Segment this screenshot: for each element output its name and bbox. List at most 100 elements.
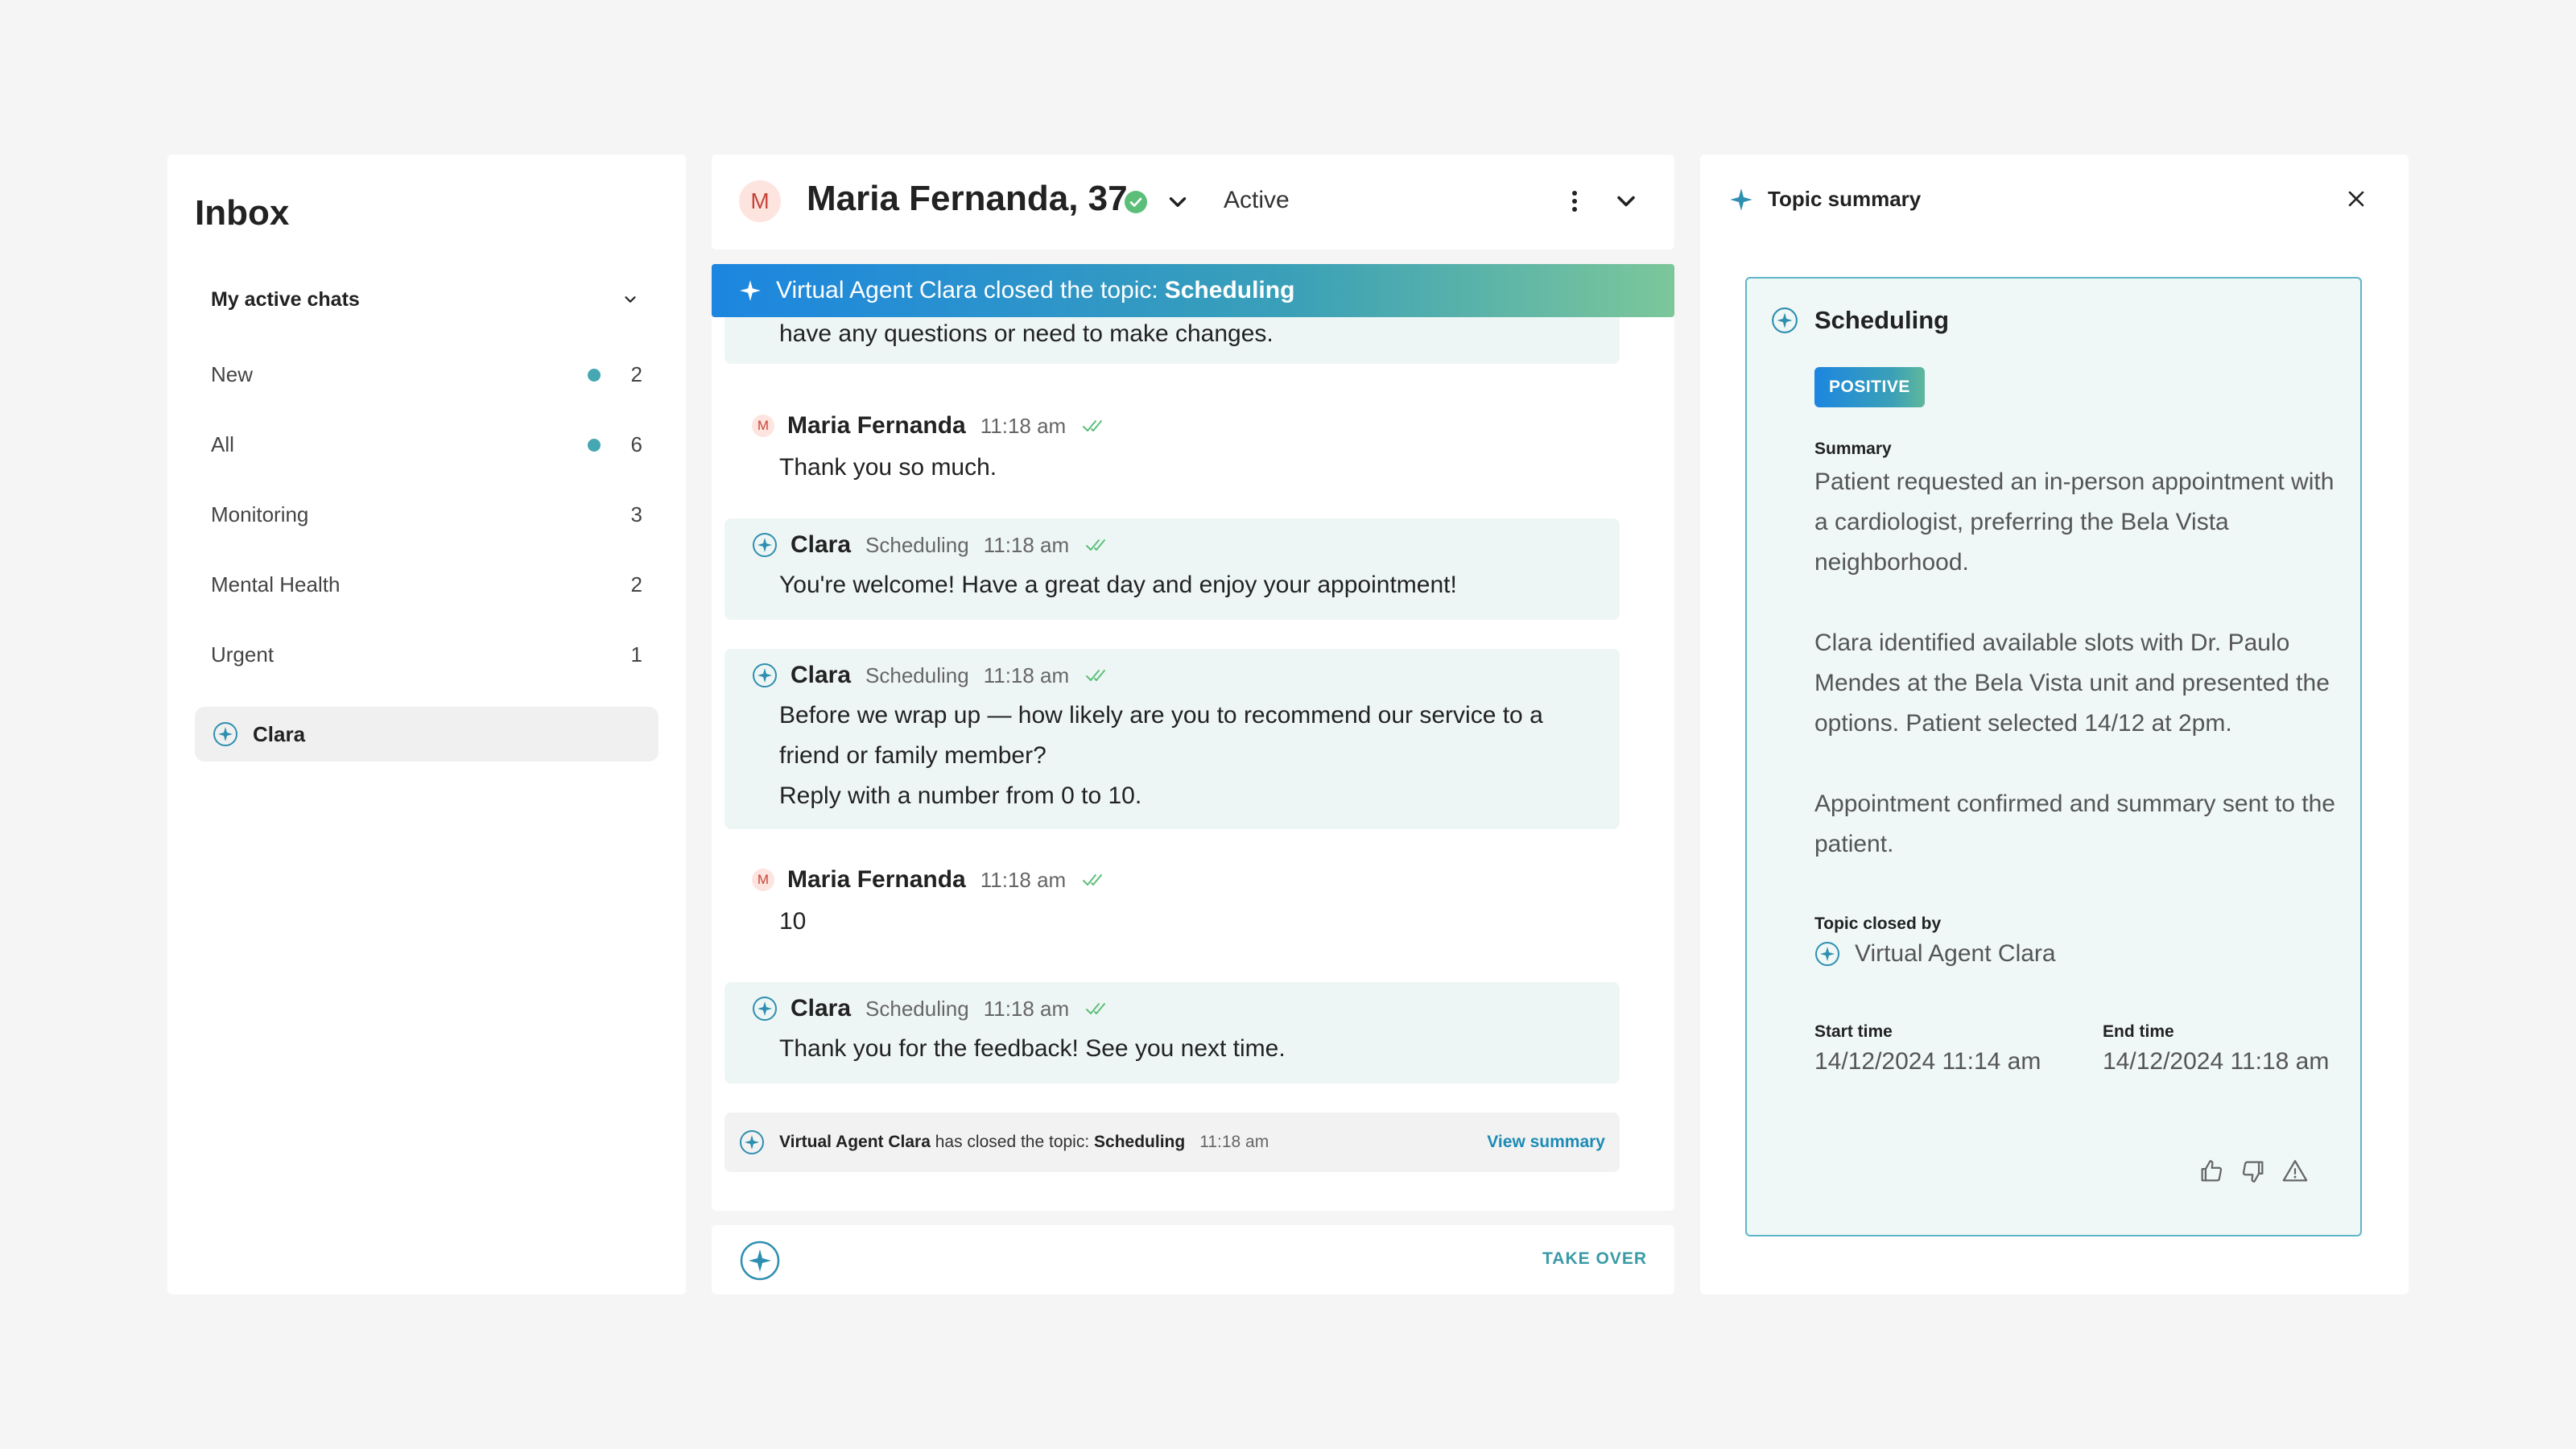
- chevron-down-icon: [618, 287, 642, 312]
- chat-message: have any questions or need to make chang…: [724, 317, 1620, 364]
- chat-message: M Maria Fernanda 11:18 am Thank you so m…: [724, 401, 1620, 497]
- inbox-item-new[interactable]: New 2: [195, 340, 658, 410]
- message-time: 11:18 am: [983, 663, 1070, 687]
- sender-name: Clara: [791, 531, 852, 558]
- message-text: You're welcome! Have a great day and enj…: [779, 572, 1457, 598]
- take-over-button[interactable]: TAKE OVER: [1542, 1249, 1647, 1269]
- thumbs-up-icon[interactable]: [2198, 1158, 2225, 1185]
- inbox-item-clara[interactable]: Clara: [195, 707, 658, 762]
- chevron-down-icon[interactable]: [1612, 187, 1641, 216]
- message-topic: Scheduling: [865, 663, 969, 687]
- double-check-icon: [1086, 539, 1106, 551]
- thumbs-down-icon[interactable]: [2240, 1158, 2267, 1185]
- unread-dot: [588, 438, 601, 452]
- message-time: 11:18 am: [980, 867, 1067, 892]
- chat-header: M Maria Fernanda, 37 Active: [712, 155, 1674, 250]
- close-icon[interactable]: [2344, 187, 2368, 211]
- chat-input-bar: TAKE OVER: [712, 1225, 1674, 1294]
- feedback-actions: [2198, 1158, 2309, 1185]
- sender-name: Clara: [791, 995, 852, 1022]
- message-time: 11:18 am: [980, 413, 1067, 438]
- sender-avatar: M: [752, 869, 774, 891]
- closed-note-topic: Scheduling: [1094, 1133, 1186, 1151]
- sparkle-icon: [740, 280, 761, 301]
- sparkle-icon: [740, 1130, 764, 1154]
- warning-icon[interactable]: [2281, 1158, 2309, 1185]
- topic-closed-banner: Virtual Agent Clara closed the topic: Sc…: [712, 264, 1674, 317]
- inbox-item-all[interactable]: All 6: [195, 410, 658, 480]
- inbox-panel: Inbox My active chats New 2 All 6 Monito…: [167, 155, 686, 1294]
- double-check-icon: [1083, 420, 1103, 431]
- inbox-item-mental-health[interactable]: Mental Health 2: [195, 550, 658, 620]
- summary-panel-title: Topic summary: [1768, 187, 1922, 211]
- verified-icon: [1125, 191, 1147, 213]
- chevron-down-icon[interactable]: [1164, 188, 1191, 216]
- inbox-item-label: All: [211, 432, 234, 456]
- inbox-item-label: New: [211, 362, 254, 386]
- chat-messages: have any questions or need to make chang…: [712, 317, 1674, 1211]
- message-line: Reply with a number from 0 to 10.: [779, 782, 1142, 809]
- closed-note-agent: Virtual Agent Clara: [779, 1133, 931, 1151]
- inbox-title: Inbox: [195, 193, 290, 233]
- closed-note-time: 11:18 am: [1199, 1133, 1269, 1151]
- topic-summary-panel: Topic summary Scheduling POSITIVE Summar…: [1700, 155, 2409, 1294]
- inbox-item-label: Urgent: [211, 642, 275, 667]
- inbox-item-label: Mental Health: [211, 572, 341, 597]
- chat-message: Clara Scheduling 11:18 am You're welcome…: [724, 518, 1620, 620]
- message-topic: Scheduling: [865, 532, 969, 557]
- sparkle-icon: [1730, 188, 1752, 211]
- sparkle-icon: [753, 533, 777, 557]
- summary-paragraph: Appointment confirmed and summary sent t…: [1814, 791, 2335, 857]
- chat-message: M Maria Fernanda 11:18 am 10: [724, 855, 1620, 952]
- inbox-item-count: 2: [630, 362, 642, 386]
- summary-card: Scheduling POSITIVE Summary Patient requ…: [1745, 277, 2362, 1236]
- summary-label: Summary: [1814, 440, 1892, 458]
- chat-message: Clara Scheduling 11:18 am Thank you for …: [724, 982, 1620, 1084]
- inbox-item-label: Monitoring: [211, 502, 309, 526]
- sparkle-icon: [1815, 942, 1839, 966]
- patient-avatar: M: [739, 180, 781, 222]
- more-vertical-icon[interactable]: [1560, 187, 1589, 216]
- double-check-icon: [1086, 670, 1106, 681]
- closed-note-text: Virtual Agent Clara has closed the topic…: [779, 1133, 1185, 1152]
- sender-avatar: M: [752, 415, 774, 437]
- message-line: friend or family member?: [779, 742, 1046, 769]
- start-time-value: 14/12/2024 11:14 am: [1814, 1048, 2041, 1075]
- inbox-item-count: 6: [630, 432, 642, 456]
- closed-by-value: Virtual Agent Clara: [1855, 940, 2056, 967]
- summary-paragraph: Clara identified available slots with Dr…: [1814, 630, 2330, 737]
- topic-closed-note: Virtual Agent Clara has closed the topic…: [724, 1113, 1620, 1172]
- unread-dot: [588, 368, 601, 382]
- message-text: Before we wrap up — how likely are you t…: [779, 696, 1543, 816]
- sparkle-icon[interactable]: [739, 1240, 781, 1282]
- sender-name: Maria Fernanda: [787, 412, 966, 439]
- inbox-item-monitoring[interactable]: Monitoring 3: [195, 480, 658, 550]
- end-time-label: End time: [2103, 1022, 2174, 1041]
- inbox-item-count: 3: [630, 502, 642, 526]
- sentiment-badge: POSITIVE: [1814, 367, 1925, 407]
- chat-message: Clara Scheduling 11:18 am Before we wrap…: [724, 649, 1620, 829]
- message-text: have any questions or need to make chang…: [779, 320, 1274, 347]
- summary-topic: Scheduling: [1814, 306, 1950, 334]
- sparkle-icon: [1772, 308, 1798, 333]
- message-line: Before we wrap up — how likely are you t…: [779, 702, 1543, 729]
- chat-filter-dropdown[interactable]: My active chats: [195, 269, 658, 330]
- view-summary-link[interactable]: View summary: [1487, 1133, 1605, 1152]
- chat-filter-label: My active chats: [211, 287, 360, 311]
- sender-name: Clara: [791, 662, 852, 688]
- double-check-icon: [1083, 874, 1103, 886]
- message-text: 10: [779, 908, 807, 935]
- banner-topic: Scheduling: [1164, 277, 1295, 303]
- summary-paragraph: Patient requested an in-person appointme…: [1814, 469, 2334, 576]
- inbox-list: New 2 All 6 Monitoring 3 Mental Health 2…: [195, 340, 658, 690]
- inbox-item-count: 2: [630, 572, 642, 597]
- closed-by-label: Topic closed by: [1814, 914, 1942, 933]
- message-text: Thank you for the feedback! See you next…: [779, 1035, 1286, 1062]
- sparkle-icon: [753, 997, 777, 1021]
- inbox-item-urgent[interactable]: Urgent 1: [195, 620, 658, 690]
- closed-by: Virtual Agent Clara: [1814, 940, 2056, 968]
- message-time: 11:18 am: [983, 996, 1070, 1021]
- start-time-label: Start time: [1814, 1022, 1893, 1041]
- sparkle-icon: [753, 663, 777, 687]
- double-check-icon: [1086, 1003, 1106, 1014]
